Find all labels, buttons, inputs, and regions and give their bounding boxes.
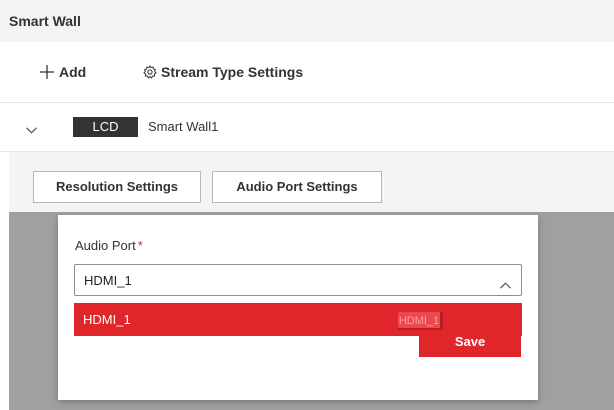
gear-icon [143, 65, 161, 79]
audio-port-settings-button[interactable]: Audio Port Settings [212, 171, 382, 203]
smart-wall-name: Smart Wall1 [148, 119, 219, 134]
dropdown-option-hdmi-1[interactable]: HDMI_1 [74, 303, 522, 336]
page-header: Smart Wall [0, 0, 614, 42]
stream-type-settings-button[interactable]: Stream Type Settings [143, 64, 303, 80]
resolution-settings-button[interactable]: Resolution Settings [33, 171, 201, 203]
plus-icon [40, 65, 59, 79]
add-button-label: Add [59, 64, 87, 80]
page-title: Smart Wall [9, 13, 81, 29]
audio-port-label-text: Audio Port [75, 238, 136, 253]
required-mark: * [137, 238, 143, 253]
chevron-down-icon[interactable] [26, 121, 37, 139]
lcd-badge: LCD [73, 117, 138, 137]
audio-port-select[interactable]: HDMI_1 [74, 264, 522, 296]
audio-port-label: Audio Port * [75, 238, 143, 253]
chevron-up-icon [500, 276, 511, 294]
smart-wall-row[interactable]: LCD Smart Wall1 [0, 103, 614, 151]
add-button[interactable]: Add [40, 64, 86, 80]
audio-port-selected-value: HDMI_1 [84, 273, 132, 288]
drag-ghost: HDMI_1 [398, 312, 443, 330]
stream-type-settings-label: Stream Type Settings [161, 64, 304, 80]
